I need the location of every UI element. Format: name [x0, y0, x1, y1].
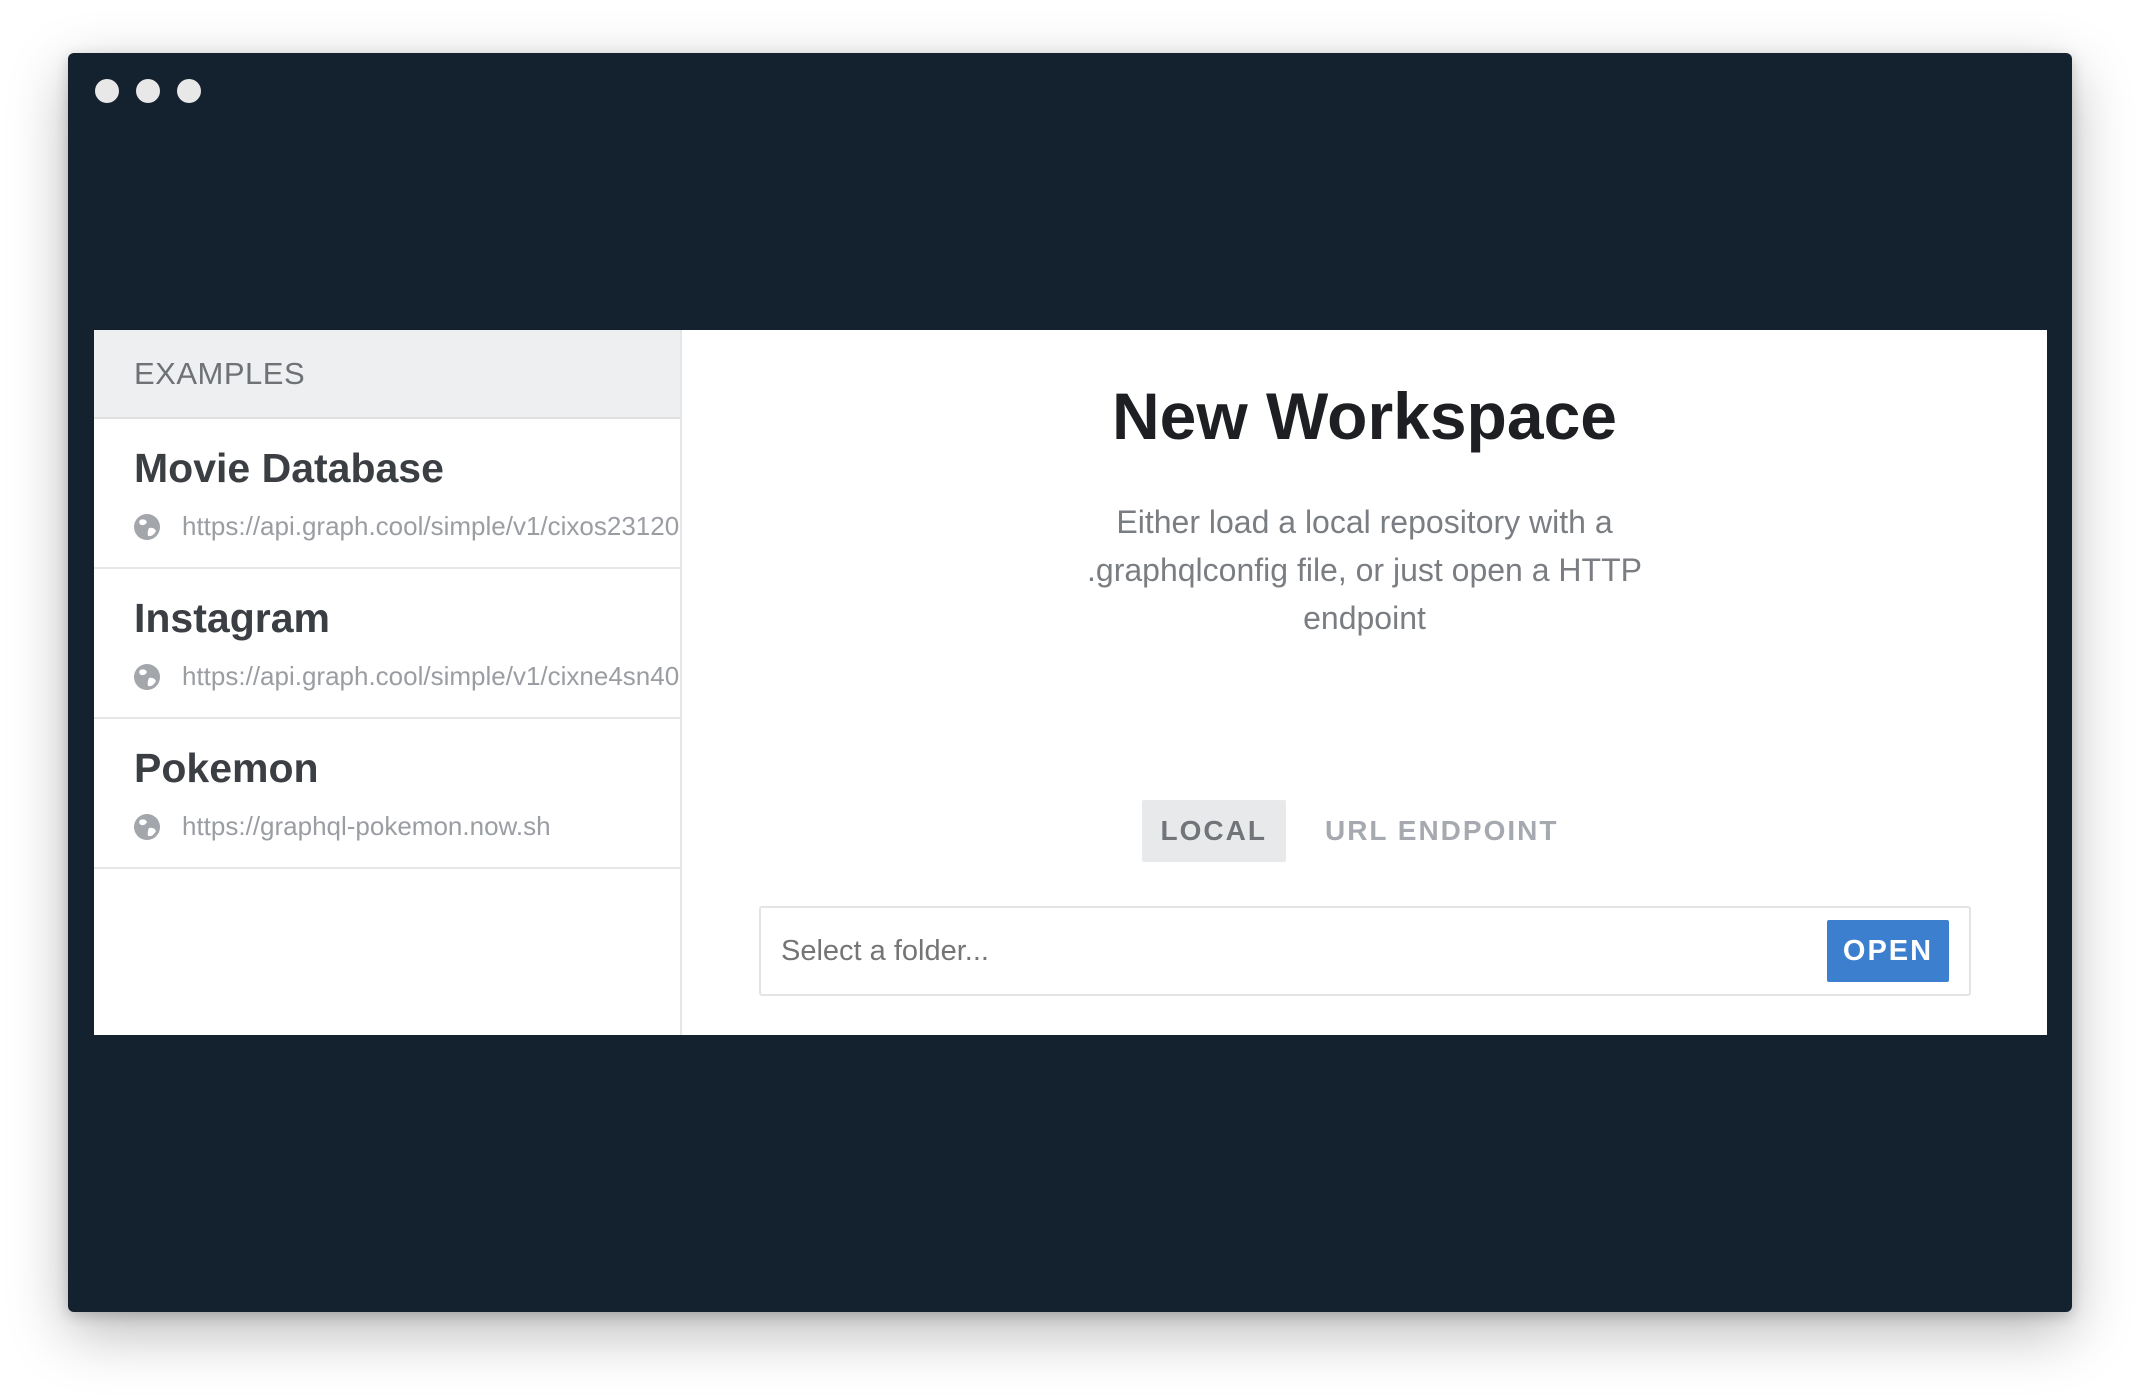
example-title: Movie Database — [134, 445, 444, 491]
workspace-main: New Workspace Either load a local reposi… — [682, 330, 2047, 1035]
example-title: Pokemon — [134, 745, 319, 791]
page-subtitle: Either load a local repository with a .g… — [1087, 504, 1642, 636]
examples-sidebar: EXAMPLES Movie Database https://api.grap… — [94, 330, 682, 1035]
folder-input[interactable] — [781, 908, 1827, 994]
globe-icon — [134, 513, 160, 540]
example-item-movie-database[interactable]: Movie Database https://api.graph.cool/si… — [94, 419, 680, 569]
open-button[interactable]: OPEN — [1827, 920, 1949, 982]
example-item-pokemon[interactable]: Pokemon https://graphql-pokemon.now.sh — [94, 719, 680, 869]
example-title: Instagram — [134, 595, 330, 641]
examples-header: EXAMPLES — [94, 330, 680, 419]
globe-icon — [134, 813, 160, 840]
example-url-row: https://api.graph.cool/simple/v1/cixne4s… — [132, 661, 680, 692]
source-tabs: LOCAL URL ENDPOINT — [682, 800, 2047, 862]
tab-url-endpoint[interactable]: URL ENDPOINT — [1306, 800, 1578, 862]
page-title: New Workspace — [1112, 379, 1617, 453]
close-window-button[interactable] — [95, 79, 119, 103]
folder-select-row: OPEN — [759, 906, 1971, 996]
example-item-instagram[interactable]: Instagram https://api.graph.cool/simple/… — [94, 569, 680, 719]
example-url-row: https://graphql-pokemon.now.sh — [132, 811, 551, 842]
globe-icon — [134, 663, 160, 690]
new-workspace-panel: EXAMPLES Movie Database https://api.grap… — [94, 330, 2047, 1035]
maximize-window-button[interactable] — [177, 79, 201, 103]
minimize-window-button[interactable] — [136, 79, 160, 103]
example-url: https://api.graph.cool/simple/v1/cixos23… — [182, 511, 680, 541]
example-url-row: https://api.graph.cool/simple/v1/cixos23… — [132, 511, 680, 542]
window-controls — [95, 79, 201, 103]
tab-local[interactable]: LOCAL — [1141, 800, 1286, 862]
example-url: https://api.graph.cool/simple/v1/cixne4s… — [182, 661, 680, 691]
app-window: EXAMPLES Movie Database https://api.grap… — [68, 53, 2072, 1312]
example-url: https://graphql-pokemon.now.sh — [182, 811, 551, 841]
